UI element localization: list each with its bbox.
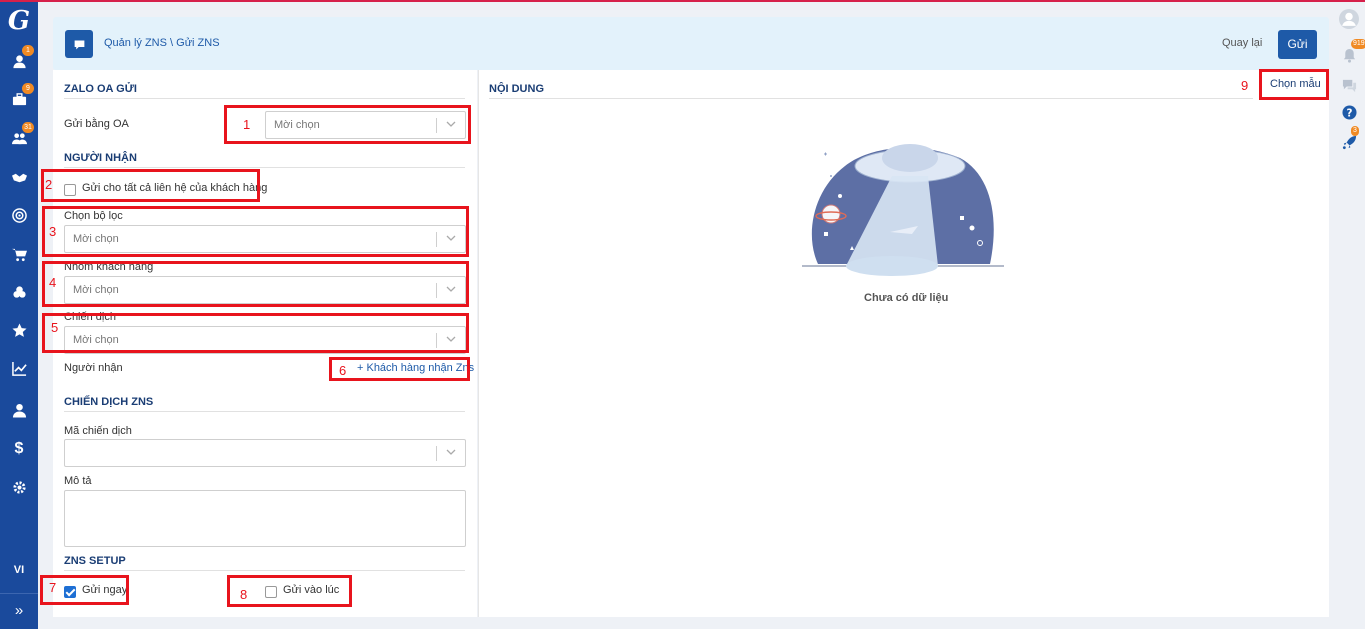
annotation-label-4: 4 <box>49 275 57 290</box>
sidebar-item-target[interactable] <box>0 203 38 227</box>
user-badge: 1 <box>22 45 34 56</box>
send-button[interactable]: Gửi <box>1278 30 1317 59</box>
sidebar: G 1 9 31 $ VI » <box>0 2 38 629</box>
svg-text:?: ? <box>1346 107 1352 119</box>
chat-button[interactable] <box>1338 74 1360 96</box>
annotation-label-5: 5 <box>51 320 59 335</box>
campaign-code-select[interactable] <box>64 439 466 467</box>
annotation-box-4 <box>42 261 469 307</box>
annotation-label-2: 2 <box>45 177 53 192</box>
expand-sidebar-button[interactable]: » <box>0 593 38 629</box>
users-icon <box>11 132 27 144</box>
sidebar-item-settings[interactable] <box>0 475 38 499</box>
select-separator <box>436 446 437 461</box>
breadcrumb[interactable]: Quản lý ZNS \ Gửi ZNS <box>104 37 220 49</box>
annotation-box-6 <box>329 357 470 381</box>
avatar-icon <box>1339 9 1359 29</box>
recipient-section-title: NGƯỜI NHẬN <box>64 152 465 168</box>
annotation-box-9 <box>1259 69 1329 100</box>
empty-state-text: Chưa có dữ liệu <box>864 292 949 304</box>
briefcase-icon <box>12 92 26 105</box>
bell-icon <box>1343 48 1355 63</box>
sidebar-item-cart[interactable] <box>0 242 38 266</box>
chevron-down-icon <box>446 449 456 455</box>
annotation-label-8: 8 <box>240 587 248 602</box>
annotation-label-6: 6 <box>339 363 347 378</box>
target-icon <box>11 207 27 223</box>
sidebar-item-users[interactable]: 31 <box>0 122 38 150</box>
gear-icon <box>12 480 26 494</box>
language-switch[interactable]: VI <box>0 564 38 576</box>
sidebar-item-star[interactable] <box>0 318 38 342</box>
back-link[interactable]: Quay lại <box>1222 37 1262 49</box>
annotation-label-7: 7 <box>49 580 57 595</box>
help-button[interactable]: ? <box>1338 101 1360 123</box>
empty-state-illustration <box>802 144 1004 276</box>
sidebar-item-handshake[interactable] <box>0 165 38 189</box>
annotation-box-3 <box>42 206 469 257</box>
sidebar-item-user[interactable]: 1 <box>0 45 38 73</box>
chat-icon <box>1342 79 1356 92</box>
profile-avatar[interactable] <box>1338 8 1360 30</box>
user-tie-icon <box>12 403 26 418</box>
rocket-icon <box>1342 135 1356 149</box>
rocket-button[interactable]: 3 <box>1338 126 1360 153</box>
page-header: Quản lý ZNS \ Gửi ZNS Quay lại Gửi <box>53 17 1329 70</box>
users-badge: 31 <box>22 122 34 133</box>
cart-icon <box>11 248 27 261</box>
handshake-icon <box>11 173 27 182</box>
zns-campaign-section-title: CHIẾN DỊCH ZNS <box>64 396 465 412</box>
star-icon <box>11 322 27 337</box>
app-logo[interactable]: G <box>4 6 34 36</box>
briefcase-badge: 9 <box>22 83 34 94</box>
sidebar-item-dollar[interactable]: $ <box>0 437 38 461</box>
user-icon <box>12 54 26 68</box>
annotation-label-3: 3 <box>49 224 57 239</box>
notifications-button[interactable]: 919 <box>1338 39 1365 66</box>
help-icon: ? <box>1341 104 1357 120</box>
chart-icon <box>11 361 27 376</box>
rocket-badge: 3 <box>1351 126 1359 136</box>
recipient-label: Người nhận <box>64 362 123 374</box>
annotation-box-1 <box>224 105 471 144</box>
content-section-title: NỘI DUNG <box>489 83 1253 99</box>
description-label: Mô tả <box>64 475 92 487</box>
campaign-code-label: Mã chiến dịch <box>64 425 132 437</box>
zalo-oa-section-title: ZALO OA GỬI <box>64 83 465 99</box>
sidebar-item-user-tie[interactable] <box>0 398 38 422</box>
annotation-label-1: 1 <box>243 117 251 132</box>
annotation-box-5 <box>42 313 469 353</box>
zns-icon-button <box>65 30 93 58</box>
annotation-box-2 <box>41 169 260 202</box>
annotation-label-9: 9 <box>1241 78 1249 93</box>
notification-badge: 919 <box>1351 39 1365 49</box>
right-rail: 919 ? 3 <box>1334 2 1365 629</box>
sidebar-item-briefcase[interactable]: 9 <box>0 83 38 111</box>
description-textarea[interactable] <box>64 490 466 547</box>
dollar-icon: $ <box>14 440 24 457</box>
sidebar-item-boxes[interactable] <box>0 280 38 304</box>
top-accent-line <box>0 0 1365 2</box>
chat-bubble-icon <box>74 39 84 49</box>
send-by-oa-label: Gửi bằng OA <box>64 118 129 130</box>
zns-setup-section-title: ZNS SETUP <box>64 555 465 571</box>
sidebar-item-chart[interactable] <box>0 356 38 380</box>
boxes-icon <box>12 285 26 298</box>
